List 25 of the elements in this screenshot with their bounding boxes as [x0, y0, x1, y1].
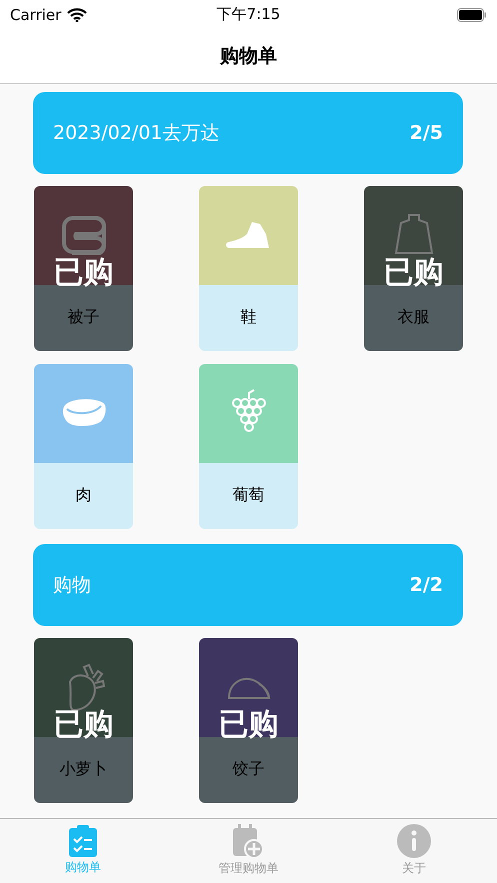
status-time: 下午7:15 [216, 5, 280, 24]
calendar-add-icon [233, 824, 264, 858]
bought-label: 已购 [382, 256, 444, 289]
item-name: 葡萄 [232, 485, 264, 506]
bought-label: 已购 [218, 708, 280, 741]
carrier-label: Carrier [10, 6, 62, 24]
quilt-icon [62, 215, 106, 256]
wifi-icon [67, 8, 88, 22]
item-name: 小萝卜 [60, 759, 108, 780]
list-count: 2/2 [410, 574, 443, 596]
clipboard-checklist-icon [68, 825, 97, 858]
list-count: 2/5 [410, 122, 443, 144]
list-title: 购物 [53, 572, 91, 598]
list-title: 2023/02/01去万达 [53, 120, 220, 146]
item-name: 被子 [68, 307, 100, 328]
bought-label: 已购 [52, 256, 114, 289]
battery-icon [457, 8, 487, 22]
nav-title: 购物单 [220, 44, 277, 70]
info-icon [397, 824, 432, 858]
shoe-icon [226, 220, 272, 250]
item-name: 衣服 [398, 307, 430, 328]
item-name: 饺子 [232, 759, 264, 780]
bought-label: 已购 [52, 708, 114, 741]
item-name: 鞋 [240, 307, 256, 328]
item-name: 肉 [76, 485, 92, 506]
